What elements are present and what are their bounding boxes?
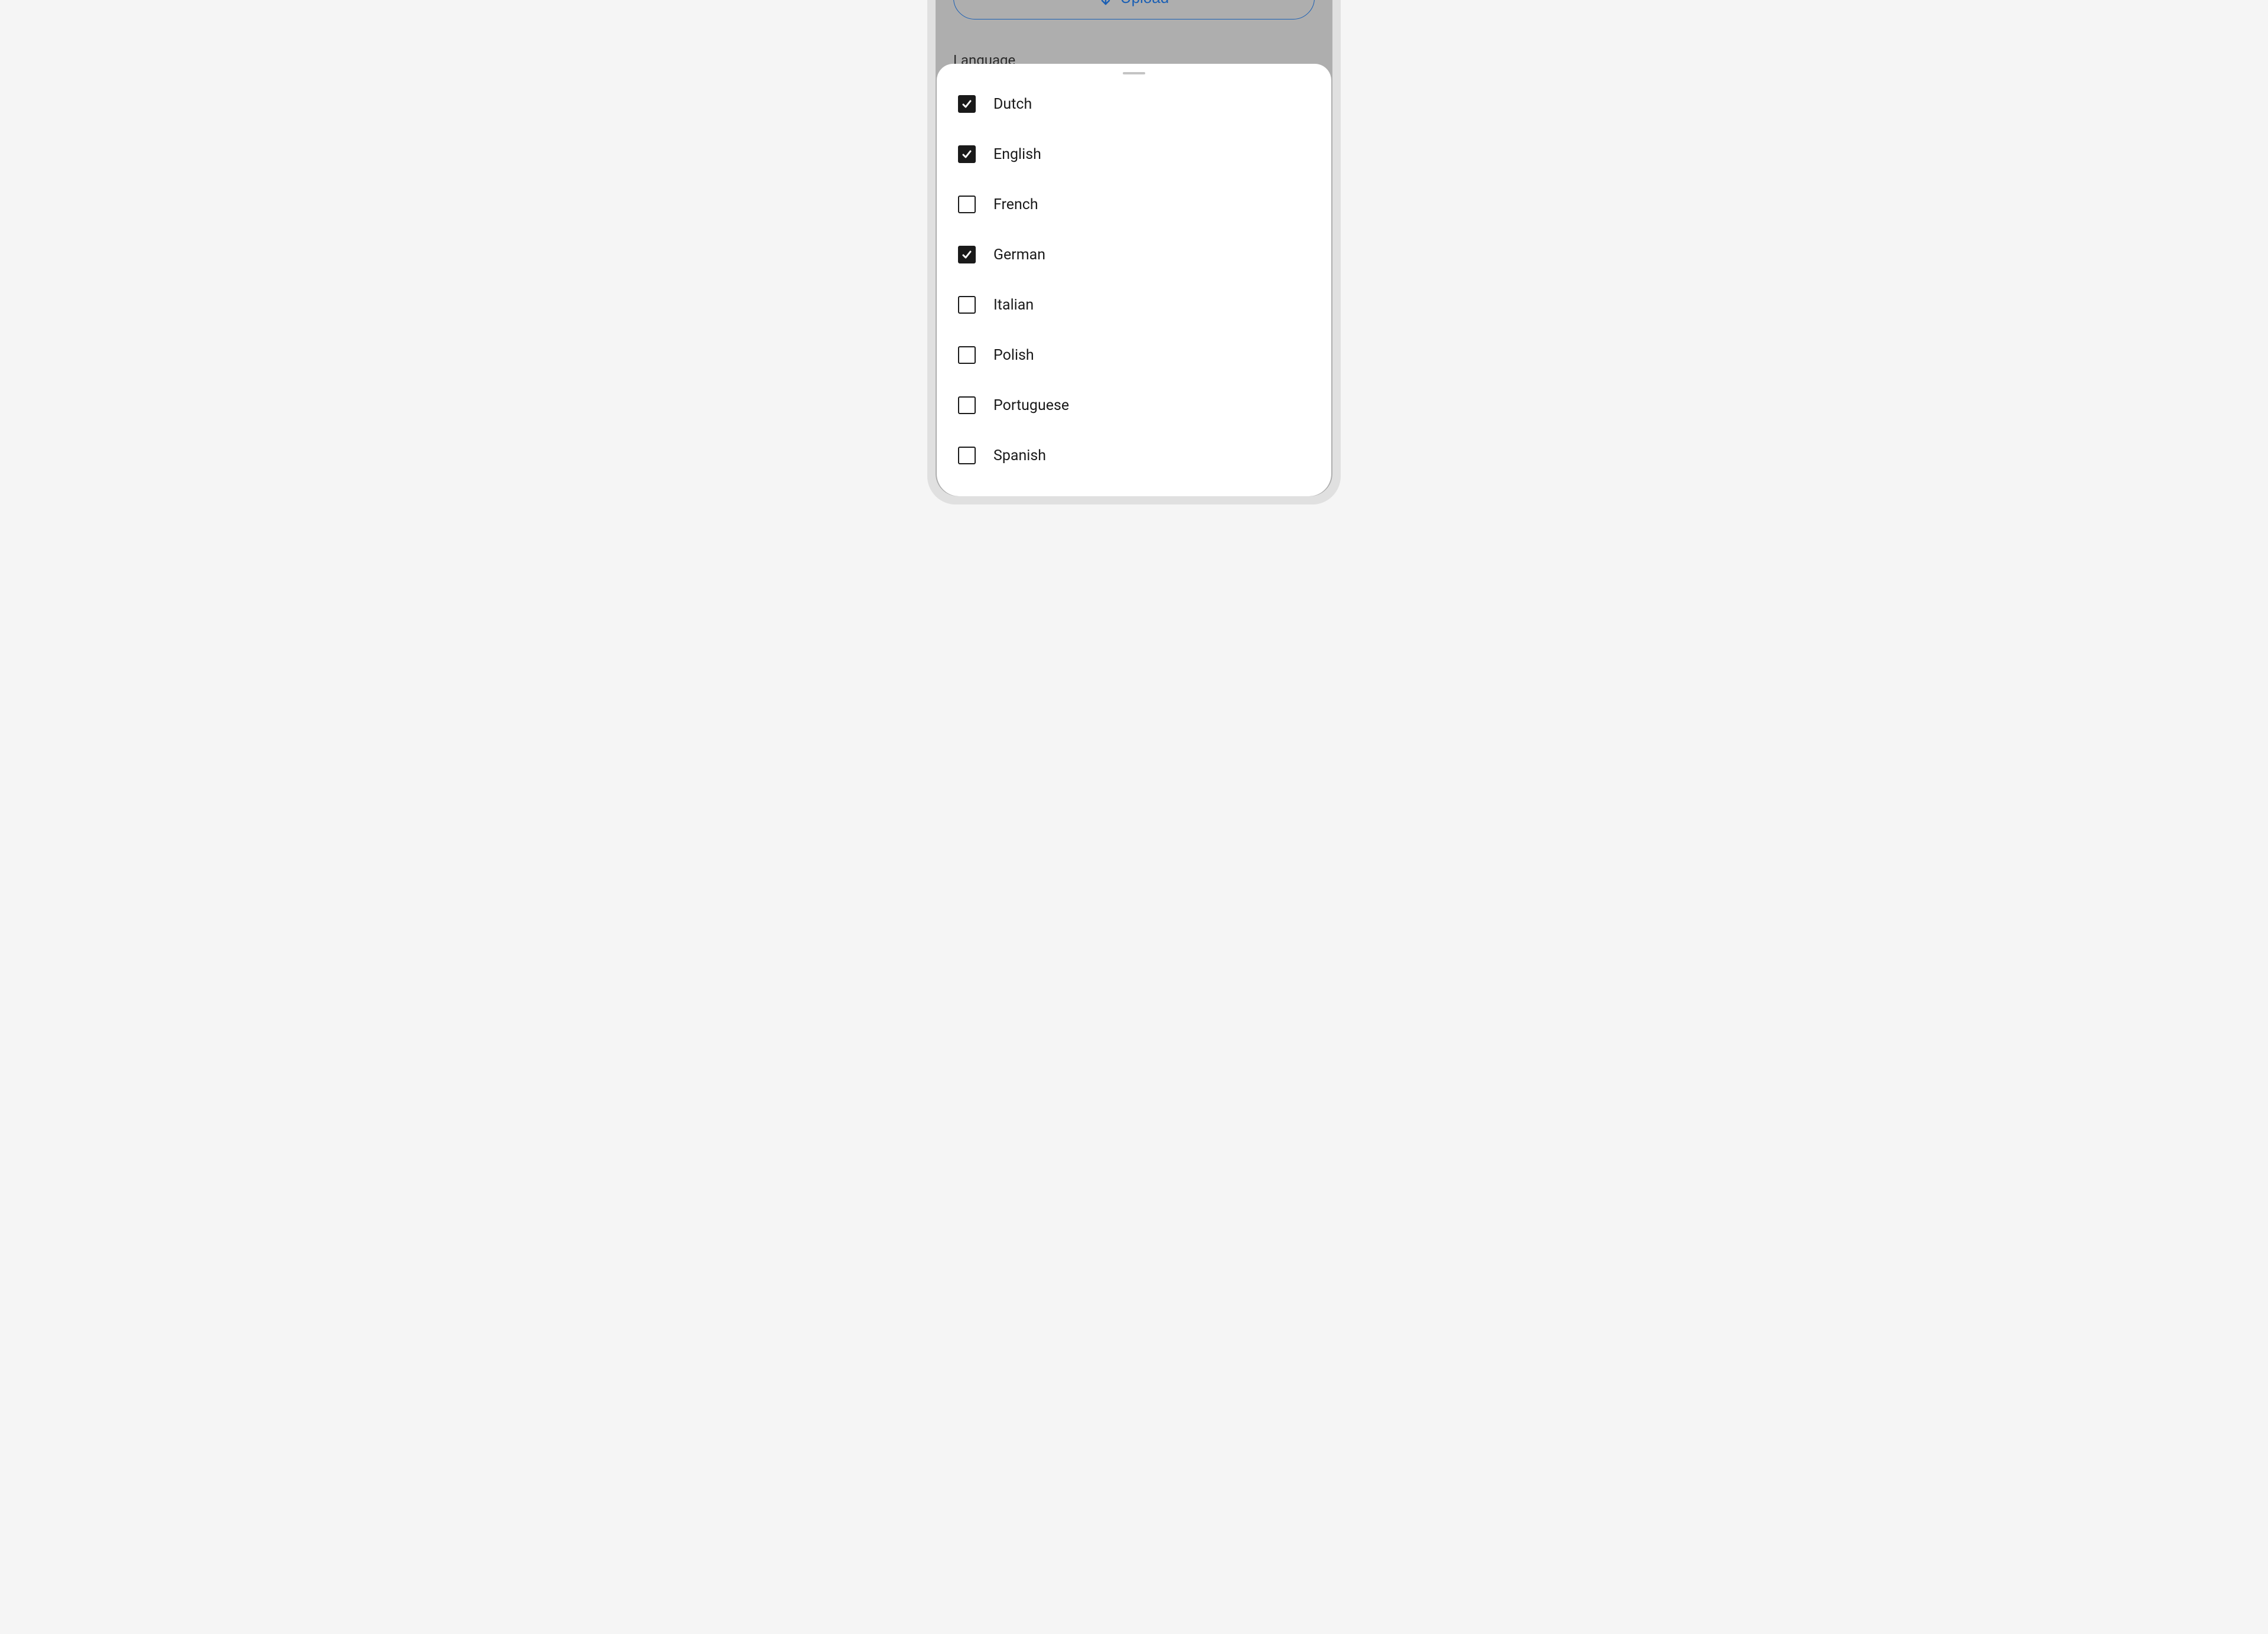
language-label: Portuguese: [993, 397, 1069, 414]
language-label: German: [993, 246, 1045, 263]
checkbox-polish[interactable]: [958, 346, 976, 364]
language-item-german[interactable]: German: [958, 246, 1310, 263]
upload-section: Upload: [936, 0, 1332, 19]
language-label: English: [993, 146, 1041, 163]
language-label: Spanish: [993, 447, 1046, 464]
language-bottom-sheet: Dutch English French German Italian Polish Por…: [937, 64, 1331, 496]
language-label: French: [993, 196, 1038, 213]
phone-frame: Upload Language DutchEnglishFrenchGerman…: [927, 0, 1341, 504]
language-item-dutch[interactable]: Dutch: [958, 95, 1310, 113]
language-label: Italian: [993, 297, 1034, 314]
language-label: Dutch: [993, 96, 1032, 113]
upload-icon: [1099, 0, 1112, 5]
checkbox-italian[interactable]: [958, 296, 976, 314]
checkbox-english[interactable]: [958, 145, 976, 163]
language-item-portuguese[interactable]: Portuguese: [958, 396, 1310, 414]
checkbox-portuguese[interactable]: [958, 396, 976, 414]
language-item-english[interactable]: English: [958, 145, 1310, 163]
language-label: Polish: [993, 347, 1034, 364]
checkbox-dutch[interactable]: [958, 95, 976, 113]
language-item-french[interactable]: French: [958, 196, 1310, 213]
language-list: Dutch English French German Italian Polish Por…: [937, 95, 1331, 464]
checkbox-german[interactable]: [958, 246, 976, 263]
upload-button[interactable]: Upload: [953, 0, 1315, 19]
language-item-spanish[interactable]: Spanish: [958, 447, 1310, 464]
language-item-polish[interactable]: Polish: [958, 346, 1310, 364]
phone-screen: Upload Language DutchEnglishFrenchGerman…: [936, 0, 1332, 496]
checkbox-spanish[interactable]: [958, 447, 976, 464]
checkbox-french[interactable]: [958, 196, 976, 213]
drag-handle[interactable]: [1123, 72, 1145, 74]
language-item-italian[interactable]: Italian: [958, 296, 1310, 314]
upload-button-label: Upload: [1120, 0, 1169, 7]
